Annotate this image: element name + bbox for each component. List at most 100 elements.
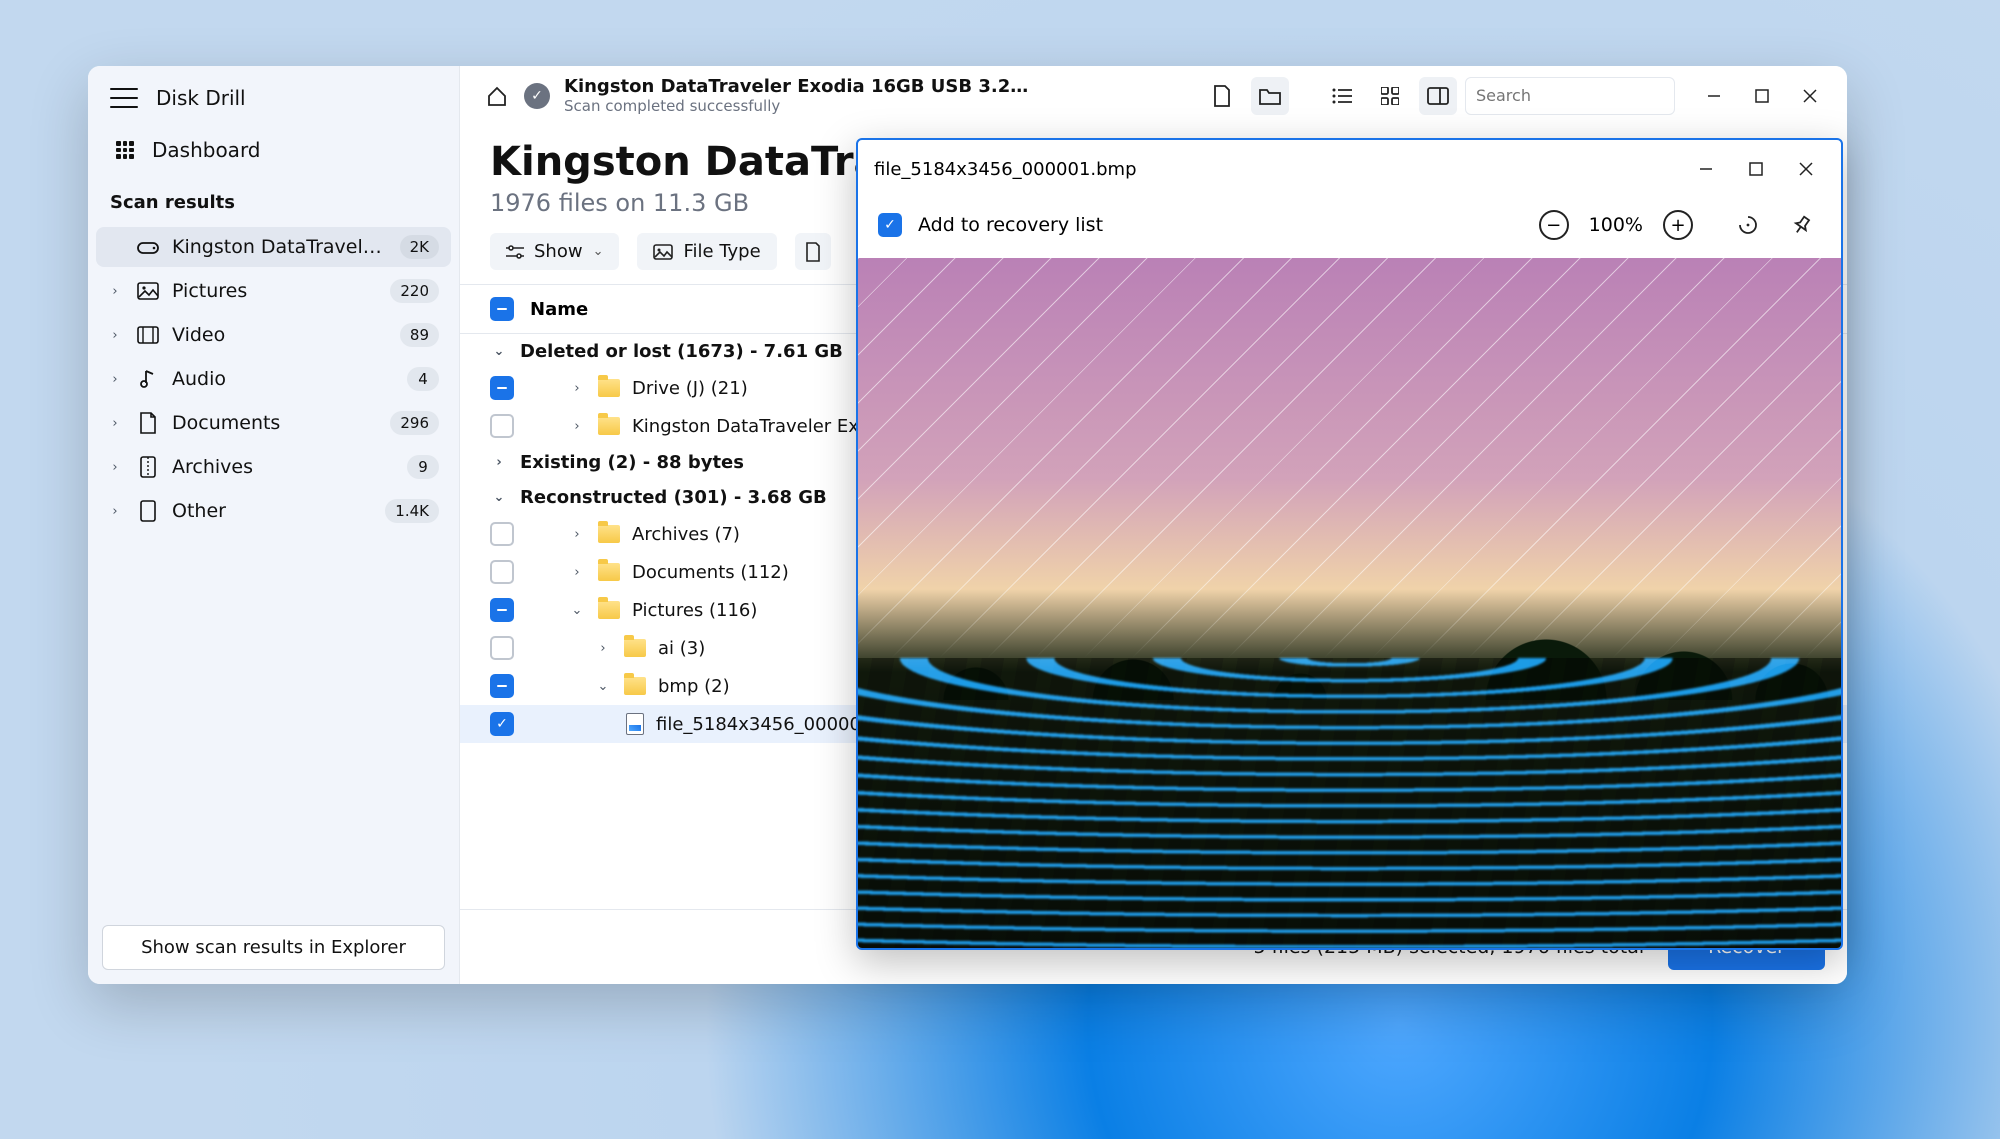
chevron-right-icon[interactable]: ›	[106, 284, 124, 299]
sidebar-section-label: Scan results	[88, 174, 459, 225]
chevron-right-icon[interactable]: ›	[568, 381, 586, 396]
filter-filetype-button[interactable]: File Type	[637, 233, 776, 270]
audio-icon	[136, 369, 160, 389]
scan-title: Kingston DataTraveler Exodia 16GB USB 3.…	[564, 76, 1034, 97]
folder-icon	[624, 639, 646, 657]
row-checkbox[interactable]	[490, 522, 514, 546]
topbar: ✓ Kingston DataTraveler Exodia 16GB USB …	[460, 66, 1847, 121]
menu-icon[interactable]	[110, 88, 138, 108]
row-label: file_5184x3456_00000	[656, 714, 861, 735]
zoom-out-button[interactable]: −	[1539, 210, 1569, 240]
chevron-down-icon[interactable]: ⌄	[490, 344, 508, 359]
minimize-button[interactable]	[1695, 77, 1733, 115]
video-icon	[136, 326, 160, 344]
chevron-down-icon[interactable]: ⌄	[490, 490, 508, 505]
folder-icon	[598, 417, 620, 435]
chevron-down-icon[interactable]: ⌄	[568, 603, 586, 618]
sidebar-item-label: Other	[172, 500, 373, 522]
sidebar-item-label: Documents	[172, 412, 378, 434]
filter-show-button[interactable]: Show ⌄	[490, 233, 619, 270]
archive-icon	[136, 456, 160, 478]
chevron-right-icon[interactable]: ›	[568, 419, 586, 434]
count-badge: 4	[407, 367, 439, 391]
add-to-recovery-label: Add to recovery list	[918, 214, 1103, 236]
row-checkbox[interactable]	[490, 560, 514, 584]
sidebar: Disk Drill Dashboard Scan results Kingst…	[88, 66, 460, 984]
folder-icon	[624, 677, 646, 695]
row-checkbox[interactable]	[490, 674, 514, 698]
home-button[interactable]	[478, 77, 516, 115]
bmp-file-icon	[626, 713, 644, 735]
picture-icon	[136, 282, 160, 300]
pin-button[interactable]	[1783, 206, 1821, 244]
row-checkbox[interactable]	[490, 636, 514, 660]
window-controls	[1695, 77, 1829, 115]
chevron-right-icon[interactable]: ›	[106, 372, 124, 387]
sidebar-item-label: Audio	[172, 368, 395, 390]
folder-icon	[598, 525, 620, 543]
sidebar-item-dashboard[interactable]: Dashboard	[88, 126, 459, 174]
folders-view-button[interactable]	[1251, 77, 1289, 115]
column-header-name[interactable]: Name	[530, 299, 588, 320]
search-box[interactable]	[1465, 77, 1675, 115]
maximize-button[interactable]	[1743, 77, 1781, 115]
sidebar-item-video[interactable]: › Video 89	[96, 315, 451, 355]
zoom-in-button[interactable]: +	[1663, 210, 1693, 240]
chevron-right-icon[interactable]: ›	[106, 328, 124, 343]
search-input[interactable]	[1476, 86, 1676, 105]
row-checkbox[interactable]	[490, 376, 514, 400]
count-badge: 220	[390, 279, 439, 303]
show-in-explorer-button[interactable]: Show scan results in Explorer	[102, 925, 445, 970]
status-complete-icon: ✓	[524, 83, 550, 109]
sidebar-item-audio[interactable]: › Audio 4	[96, 359, 451, 399]
sidebar-item-archives[interactable]: › Archives 9	[96, 447, 451, 487]
select-all-checkbox[interactable]	[490, 297, 514, 321]
chevron-down-icon[interactable]: ⌄	[594, 679, 612, 694]
dashboard-label: Dashboard	[152, 138, 261, 162]
close-button[interactable]	[1791, 77, 1829, 115]
preview-image[interactable]	[858, 258, 1841, 948]
preview-maximize-button[interactable]	[1737, 150, 1775, 188]
sidebar-item-documents[interactable]: › Documents 296	[96, 403, 451, 443]
picture-icon	[653, 244, 673, 260]
filter-file-button[interactable]	[795, 233, 831, 270]
app-title: Disk Drill	[156, 86, 246, 110]
other-icon	[136, 500, 160, 522]
sidebar-item-pictures[interactable]: › Pictures 220	[96, 271, 451, 311]
row-checkbox[interactable]: ✓	[490, 712, 514, 736]
sidebar-item-drive[interactable]: Kingston DataTraveler Ex... 2K	[96, 227, 451, 267]
grid-view-button[interactable]	[1371, 77, 1409, 115]
folder-icon	[598, 601, 620, 619]
chevron-right-icon[interactable]: ›	[490, 455, 508, 470]
sidebar-header: Disk Drill	[88, 66, 459, 126]
row-checkbox[interactable]	[490, 598, 514, 622]
list-view-button[interactable]	[1323, 77, 1361, 115]
files-view-button[interactable]	[1203, 77, 1241, 115]
chevron-right-icon[interactable]: ›	[106, 460, 124, 475]
preview-panel-button[interactable]	[1419, 77, 1457, 115]
preview-toolbar: ✓ Add to recovery list − 100% +	[858, 198, 1841, 258]
recover-single-button[interactable]	[1729, 206, 1767, 244]
chevron-right-icon[interactable]: ›	[594, 641, 612, 656]
count-badge: 9	[407, 455, 439, 479]
row-label: bmp (2)	[658, 676, 730, 697]
chevron-right-icon[interactable]: ›	[568, 565, 586, 580]
count-badge: 2K	[400, 235, 439, 259]
chevron-right-icon[interactable]: ›	[106, 504, 124, 519]
preview-close-button[interactable]	[1787, 150, 1825, 188]
sidebar-item-label: Video	[172, 324, 388, 346]
dashboard-icon	[116, 141, 134, 159]
sidebar-item-other[interactable]: › Other 1.4K	[96, 491, 451, 531]
row-checkbox[interactable]	[490, 414, 514, 438]
scan-subtitle: Scan completed successfully	[564, 97, 1034, 115]
drive-icon	[136, 239, 160, 255]
chevron-right-icon[interactable]: ›	[106, 416, 124, 431]
group-label: Deleted or lost (1673) - 7.61 GB	[520, 341, 843, 362]
chevron-right-icon[interactable]: ›	[568, 527, 586, 542]
preview-minimize-button[interactable]	[1687, 150, 1725, 188]
folder-icon	[598, 379, 620, 397]
sidebar-item-label: Archives	[172, 456, 395, 478]
sidebar-item-label: Pictures	[172, 280, 378, 302]
count-badge: 89	[400, 323, 439, 347]
add-to-recovery-checkbox[interactable]: ✓	[878, 213, 902, 237]
